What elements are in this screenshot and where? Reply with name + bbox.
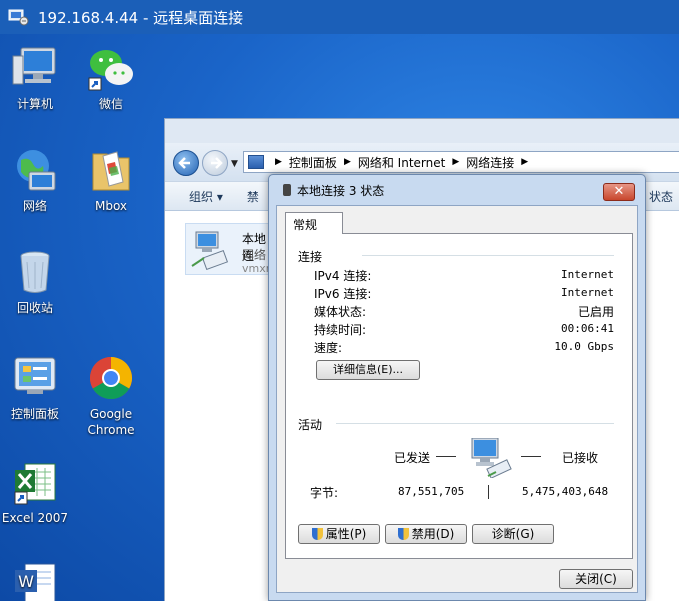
divider <box>336 423 614 424</box>
connection-group-title: 连接 <box>298 250 323 264</box>
speed-label: 速度: <box>314 341 343 355</box>
chevron-right-icon[interactable]: ▶ <box>344 157 351 167</box>
ipv4-value: Internet <box>561 268 614 281</box>
remote-desktop-icon <box>8 8 30 26</box>
connection-type: 网络 <box>242 248 267 262</box>
breadcrumb-item[interactable]: 控制面板 <box>289 154 337 171</box>
excel-icon <box>11 458 59 506</box>
disable-command[interactable]: 禁 <box>247 188 259 205</box>
media-state-label: 媒体状态: <box>314 305 367 319</box>
uac-shield-icon <box>397 528 409 540</box>
back-button[interactable] <box>173 150 199 176</box>
chevron-right-icon[interactable]: ▶ <box>452 157 459 167</box>
desktop-icon-control-panel[interactable]: 控制面板 <box>0 354 71 422</box>
recycle-bin-icon <box>11 248 59 296</box>
desktop-icon-chrome[interactable]: Google Chrome <box>75 354 147 438</box>
activity-group-title: 活动 <box>298 418 323 432</box>
network-adapter-icon <box>190 230 230 271</box>
duration-label: 持续时间: <box>314 323 367 337</box>
general-tab-panel: 连接 IPv4 连接: Internet IPv6 连接: Internet 媒… <box>285 233 633 559</box>
network-connection-item[interactable]: 本地连 网络 vmxn <box>185 223 275 275</box>
breadcrumb-item[interactable]: 网络和 Internet <box>358 154 445 171</box>
address-bar[interactable]: ▶ 控制面板 ▶ 网络和 Internet ▶ 网络连接 ▶ <box>243 151 679 173</box>
received-label: 已接收 <box>562 451 599 465</box>
activity-divider <box>488 485 489 499</box>
rdp-title-bar: 192.168.4.44 - 远程桌面连接 <box>0 0 679 34</box>
desktop-icon-label: 回收站 <box>16 301 53 315</box>
forward-button[interactable] <box>202 150 228 176</box>
arrow-right-icon <box>211 157 223 169</box>
bytes-label: 字节: <box>310 486 339 500</box>
status-command[interactable]: 状态 <box>649 188 673 205</box>
close-button[interactable]: 关闭(C) <box>559 569 633 589</box>
duration-value: 00:06:41 <box>561 322 614 335</box>
dialog-title: 本地连接 3 状态 <box>297 183 385 198</box>
close-icon: ✕ <box>613 184 625 199</box>
desktop-icon-wechat[interactable]: 微信 <box>75 44 147 112</box>
speed-value: 10.0 Gbps <box>554 340 614 353</box>
bytes-received-value: 5,475,403,648 <box>522 485 609 498</box>
desktop-icon-label: Mbox <box>94 199 128 213</box>
ipv6-value: Internet <box>561 286 614 299</box>
uac-shield-icon <box>311 528 323 540</box>
bytes-sent-value: 87,551,705 <box>398 485 465 498</box>
divider <box>362 255 614 256</box>
desktop-icon-label: 微信 <box>98 97 123 111</box>
breadcrumb-item[interactable]: 网络连接 <box>466 154 514 171</box>
control-panel-icon <box>11 354 59 402</box>
details-button[interactable]: 详细信息(E)... <box>316 360 420 380</box>
properties-button-label: 属性(P) <box>325 527 367 541</box>
disable-button[interactable]: 禁用(D) <box>385 524 467 544</box>
computer-icon <box>11 44 59 92</box>
ipv4-label: IPv4 连接: <box>314 269 372 283</box>
sent-line <box>436 456 456 457</box>
svg-text:W: W <box>18 572 34 591</box>
desktop-icon-recycle-bin[interactable]: 回收站 <box>0 248 71 316</box>
network-plug-icon <box>283 184 291 196</box>
desktop-icon-label: 计算机 <box>16 97 53 111</box>
received-line <box>521 456 541 457</box>
network-globe-icon <box>11 146 59 194</box>
control-panel-small-icon <box>248 155 264 169</box>
network-activity-icon <box>468 437 516 479</box>
desktop-icon-network[interactable]: 网络 <box>0 146 71 214</box>
disable-button-label: 禁用(D) <box>411 527 455 541</box>
word-icon: W <box>11 560 59 601</box>
desktop-icon-label: Google Chrome <box>87 407 135 437</box>
dialog-title-bar: 本地连接 3 状态 ✕ <box>269 175 645 205</box>
history-dropdown-icon[interactable]: ▼ <box>231 159 238 169</box>
arrow-left-icon <box>178 157 190 169</box>
tab-general[interactable]: 常规 <box>285 212 343 234</box>
media-state-value: 已启用 <box>577 305 614 319</box>
desktop-icon-label: Excel 2007 <box>1 511 69 525</box>
chevron-right-icon[interactable]: ▶ <box>275 157 282 167</box>
dialog-body: 常规 连接 IPv4 连接: Internet IPv6 连接: Interne… <box>276 205 638 593</box>
organize-menu[interactable]: 组织 ▾ <box>189 188 223 205</box>
desktop-icon-label: 网络 <box>22 199 47 213</box>
desktop-icon-excel[interactable]: Excel 2007 <box>0 458 71 526</box>
properties-button[interactable]: 属性(P) <box>298 524 380 544</box>
desktop-icon-mbox[interactable]: Mbox <box>75 146 147 214</box>
chrome-icon <box>87 354 135 402</box>
desktop-icon-label: 控制面板 <box>10 407 59 421</box>
mbox-folder-icon <box>87 146 135 194</box>
connection-status-dialog: 本地连接 3 状态 ✕ 常规 连接 IPv4 连接: Internet IPv6… <box>268 174 646 601</box>
sent-label: 已发送 <box>394 451 431 465</box>
rdp-window-title: 192.168.4.44 - 远程桌面连接 <box>38 8 244 27</box>
close-window-button[interactable]: ✕ <box>603 183 635 201</box>
ipv6-label: IPv6 连接: <box>314 287 372 301</box>
wechat-icon <box>87 44 135 92</box>
diagnose-button[interactable]: 诊断(G) <box>472 524 554 544</box>
desktop-icon-word[interactable]: W <box>0 560 71 601</box>
desktop-icon-computer[interactable]: 计算机 <box>0 44 71 112</box>
chevron-right-icon[interactable]: ▶ <box>521 157 528 167</box>
